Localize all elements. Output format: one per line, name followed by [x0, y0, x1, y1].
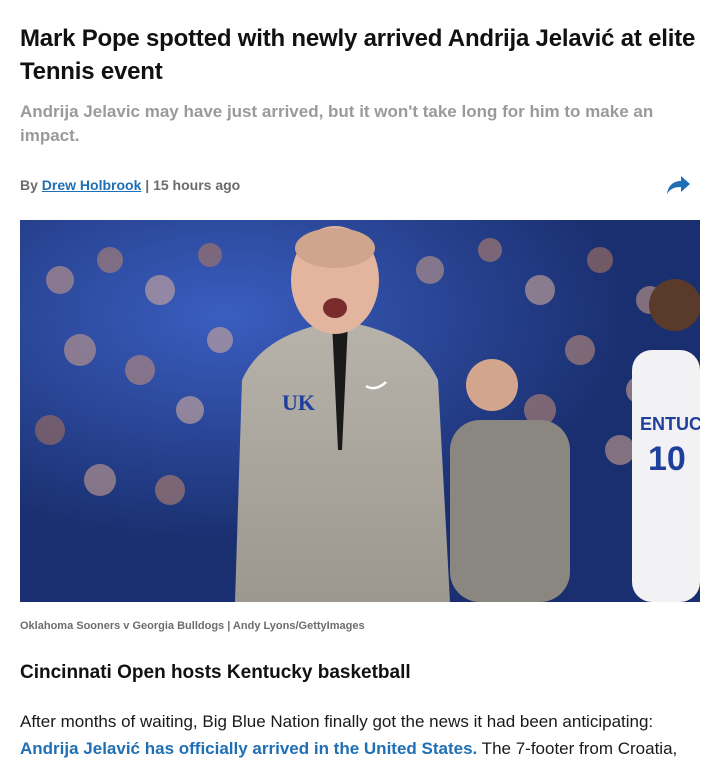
hero-image: ENTUCKY 10 UK	[20, 220, 700, 602]
article-headline: Mark Pope spotted with newly arrived And…	[20, 25, 696, 85]
jacket-logo: UK	[282, 390, 315, 415]
byline-separator: |	[145, 177, 150, 193]
article: Mark Pope spotted with newly arrived And…	[0, 22, 720, 762]
jersey-text: ENTUCKY	[640, 414, 700, 434]
article-paragraph: After months of waiting, Big Blue Nation…	[20, 708, 700, 762]
hero-photo: ENTUCKY 10 UK	[20, 220, 700, 602]
timestamp: 15 hours ago	[153, 177, 241, 193]
byline-row: By Drew Holbrook | 15 hours ago	[20, 170, 700, 200]
arrival-link[interactable]: Andrija Jelavić has officially arrived i…	[20, 739, 477, 758]
share-icon[interactable]	[666, 172, 692, 198]
byline: By Drew Holbrook | 15 hours ago	[20, 177, 240, 193]
section-title: Cincinnati Open hosts Kentucky basketbal…	[20, 662, 411, 683]
article-subheadline: Andrija Jelavic may have just arrived, b…	[20, 102, 654, 145]
paragraph-line-1: After months of waiting, Big Blue Nation…	[20, 712, 654, 731]
byline-prefix: By	[20, 177, 38, 193]
author-link[interactable]: Drew Holbrook	[42, 177, 142, 193]
jersey-number: 10	[648, 440, 686, 478]
image-caption: Oklahoma Sooners v Georgia Bulldogs | An…	[20, 620, 365, 632]
paragraph-line-2: The 7-footer from Croatia,	[477, 739, 678, 758]
